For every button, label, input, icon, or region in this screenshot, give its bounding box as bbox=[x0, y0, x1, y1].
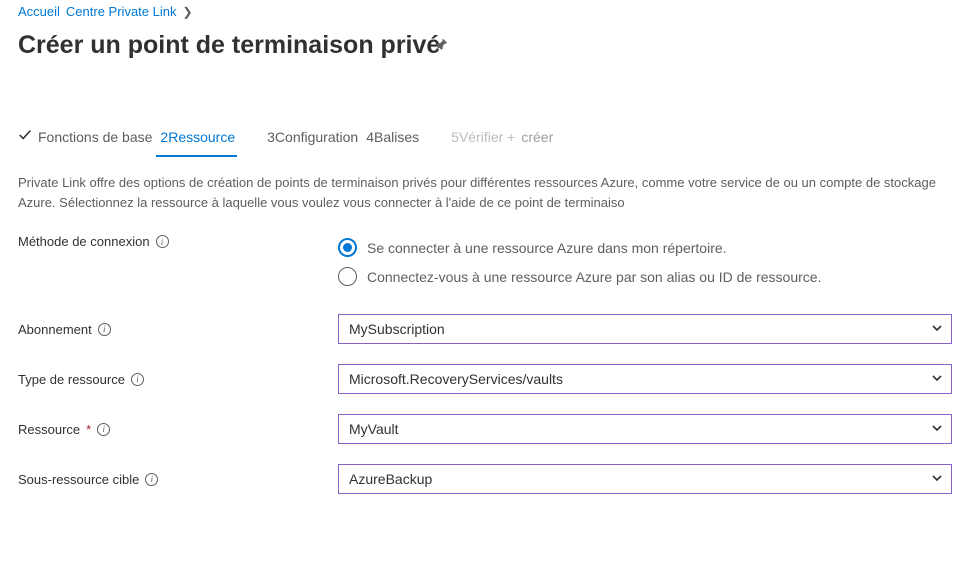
breadcrumb-private-link-center[interactable]: Centre Private Link bbox=[66, 4, 177, 19]
tab-review-label: Vérifier + bbox=[459, 129, 515, 145]
page-title-text: Créer un point de terminaison privé bbox=[18, 31, 440, 60]
select-resource-value: MyVault bbox=[349, 421, 399, 437]
tab-tags-num: 4 bbox=[366, 129, 374, 145]
chevron-down-icon bbox=[931, 321, 943, 337]
page-title: Créer un point de terminaison privé bbox=[0, 21, 973, 60]
breadcrumb: Accueil Centre Private Link ❯ bbox=[0, 0, 973, 21]
select-resource-type-value: Microsoft.RecoveryServices/vaults bbox=[349, 371, 563, 387]
select-subscription[interactable]: MySubscription bbox=[338, 314, 952, 344]
chevron-down-icon bbox=[931, 471, 943, 487]
label-subresource-text: Sous-ressource cible bbox=[18, 472, 139, 487]
chevron-down-icon bbox=[931, 421, 943, 437]
tab-resource-num: 2 bbox=[160, 129, 168, 145]
tab-resource[interactable]: 2 Ressource bbox=[160, 121, 245, 155]
select-subresource-value: AzureBackup bbox=[349, 471, 432, 487]
label-subscription: Abonnement i bbox=[18, 322, 338, 337]
tab-review-create[interactable]: 5 Vérifier + créer bbox=[451, 121, 563, 155]
pin-icon[interactable] bbox=[434, 38, 448, 57]
row-resource-type: Type de ressource i Microsoft.RecoverySe… bbox=[0, 354, 973, 404]
tab-review-label2: créer bbox=[521, 129, 553, 145]
tab-basics[interactable]: Fonctions de base bbox=[18, 120, 162, 155]
label-subresource: Sous-ressource cible i bbox=[18, 472, 338, 487]
tab-tags[interactable]: 4 Balises bbox=[366, 121, 429, 155]
label-connection-method: Méthode de connexion i bbox=[18, 234, 338, 249]
required-indicator: * bbox=[86, 422, 91, 437]
row-resource: Ressource * i MyVault bbox=[0, 404, 973, 454]
select-resource[interactable]: MyVault bbox=[338, 414, 952, 444]
select-subscription-value: MySubscription bbox=[349, 321, 445, 337]
tab-description: Private Link offre des options de créati… bbox=[0, 155, 973, 222]
select-resource-type[interactable]: Microsoft.RecoveryServices/vaults bbox=[338, 364, 952, 394]
radio-connect-alias[interactable]: Connectez-vous à une ressource Azure par… bbox=[338, 267, 955, 286]
check-icon bbox=[18, 128, 32, 145]
tab-resource-label: Ressource bbox=[168, 129, 235, 145]
tab-basics-label: Fonctions de base bbox=[38, 129, 152, 145]
label-resource-type-text: Type de ressource bbox=[18, 372, 125, 387]
wizard-tabs: Fonctions de base 2 Ressource 3 Configur… bbox=[0, 120, 973, 155]
label-resource: Ressource * i bbox=[18, 422, 338, 437]
info-icon[interactable]: i bbox=[98, 323, 111, 336]
radio-group-connection-method: Se connecter à une ressource Azure dans … bbox=[338, 234, 955, 298]
select-subresource[interactable]: AzureBackup bbox=[338, 464, 952, 494]
info-icon[interactable]: i bbox=[97, 423, 110, 436]
info-icon[interactable]: i bbox=[131, 373, 144, 386]
tab-configuration-label: Configuration bbox=[275, 129, 358, 145]
form-section: Méthode de connexion i Se connecter à un… bbox=[0, 228, 973, 504]
tab-configuration[interactable]: 3 Configuration bbox=[267, 121, 368, 155]
tab-tags-label: Balises bbox=[374, 129, 419, 145]
row-subscription: Abonnement i MySubscription bbox=[0, 304, 973, 354]
chevron-down-icon bbox=[931, 371, 943, 387]
tab-review-num: 5 bbox=[451, 129, 459, 145]
label-resource-text: Ressource bbox=[18, 422, 80, 437]
chevron-right-icon: ❯ bbox=[182, 5, 192, 19]
label-resource-type: Type de ressource i bbox=[18, 372, 338, 387]
label-connection-method-text: Méthode de connexion bbox=[18, 234, 150, 249]
radio-connect-directory-label: Se connecter à une ressource Azure dans … bbox=[367, 240, 727, 256]
row-subresource: Sous-ressource cible i AzureBackup bbox=[0, 454, 973, 504]
info-icon[interactable]: i bbox=[145, 473, 158, 486]
breadcrumb-home[interactable]: Accueil bbox=[18, 4, 60, 19]
radio-connect-alias-label: Connectez-vous à une ressource Azure par… bbox=[367, 269, 821, 285]
label-subscription-text: Abonnement bbox=[18, 322, 92, 337]
radio-connect-directory[interactable]: Se connecter à une ressource Azure dans … bbox=[338, 238, 955, 257]
radio-button-icon bbox=[338, 238, 357, 257]
info-icon[interactable]: i bbox=[156, 235, 169, 248]
radio-button-icon bbox=[338, 267, 357, 286]
tab-configuration-num: 3 bbox=[267, 129, 275, 145]
row-connection-method: Méthode de connexion i Se connecter à un… bbox=[0, 228, 973, 304]
